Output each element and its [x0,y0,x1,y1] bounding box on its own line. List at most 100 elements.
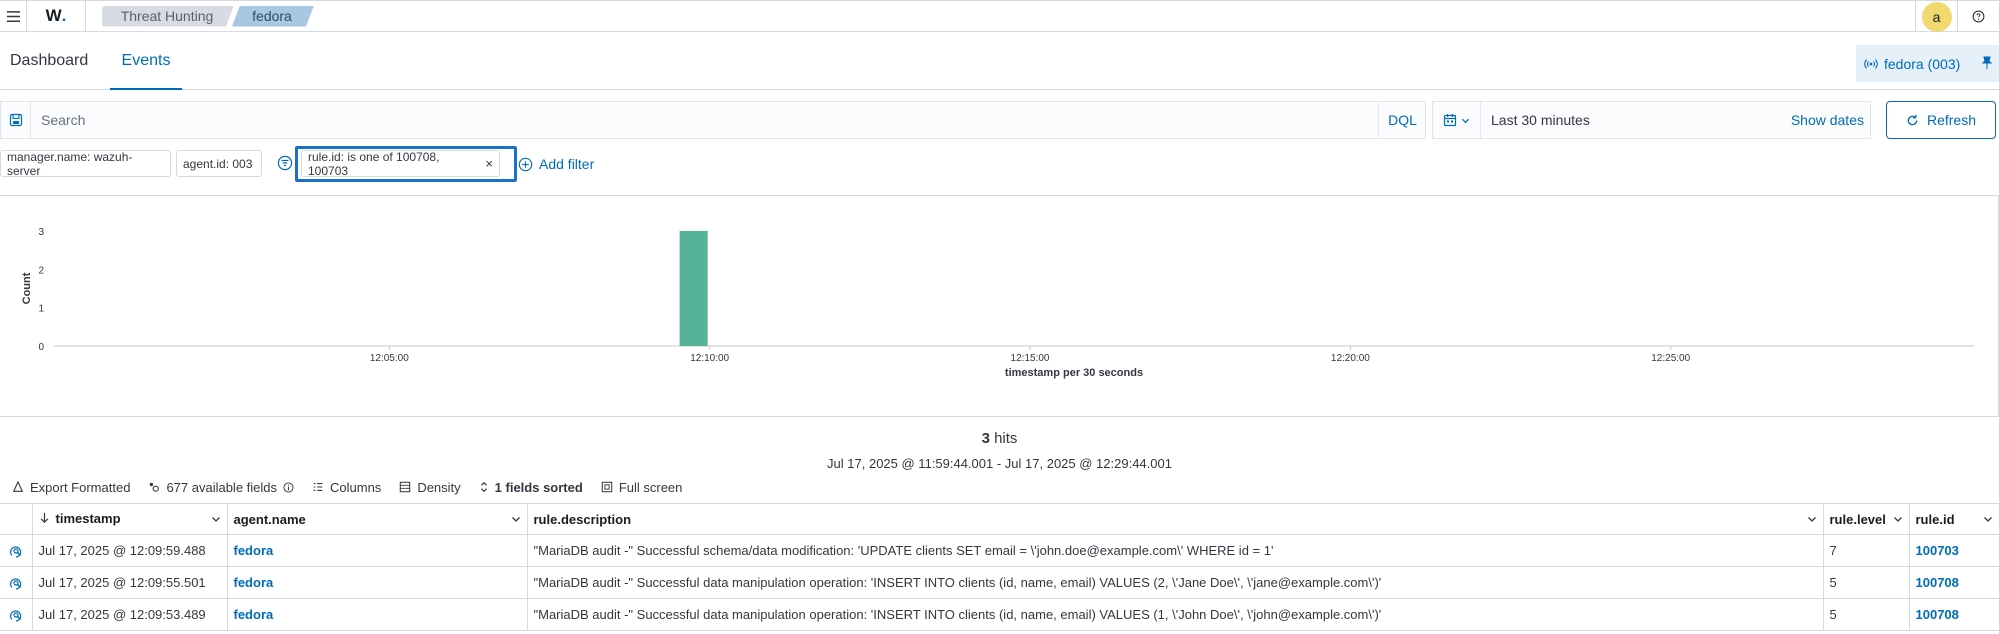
cell-agent-name: fedora [227,598,528,631]
add-filter-label: Add filter [539,156,595,172]
full-screen-button[interactable]: Full screen [601,480,682,495]
hamburger-icon [6,10,20,22]
query-bar: Search DQL Last 30 minutes Show dates Re… [0,101,1999,139]
histogram-bar[interactable] [679,231,708,346]
inspect-cell[interactable] [0,598,33,631]
top-header: W. Threat Hunting fedora a [0,0,1999,32]
date-picker[interactable]: Last 30 minutes Show dates [1432,101,1871,139]
header-control-column [0,503,33,535]
rule-id-link[interactable]: 100703 [1916,543,1959,558]
info-icon[interactable] [283,481,294,493]
refresh-icon [1907,114,1918,125]
events-table: timestamp agent.name rule.description ru… [0,503,1999,631]
remove-filter-icon[interactable]: × [485,156,493,171]
sorted-label: 1 fields sorted [494,479,583,495]
export-label: Export Formatted [30,479,131,495]
cell-agent-name: fedora [227,534,528,567]
filter-pill-manager-name[interactable]: manager.name: wazuh-server [0,149,171,178]
chevron-down-icon[interactable] [1807,514,1817,524]
page: W. Threat Hunting fedora a Dashboard Eve… [0,0,1999,634]
filter-bar: manager.name: wazuh-server agent.id: 003… [0,146,1999,182]
export-icon [12,481,24,492]
add-filter-button[interactable]: Add filter [518,152,594,176]
filter-icon [277,155,293,171]
y-tick-label: 1 [38,304,44,315]
column-label: rule.level [1829,511,1886,527]
chevron-down-icon[interactable] [211,514,221,524]
agent-link[interactable]: fedora [234,607,274,622]
export-formatted-button[interactable]: Export Formatted [12,480,130,495]
home-logo[interactable]: W. [27,1,85,32]
inspect-document-icon[interactable] [9,608,23,622]
show-dates-link[interactable]: Show dates [1791,102,1864,138]
available-fields-button[interactable]: 677 available fields [148,480,294,495]
column-label: agent.name [233,511,306,527]
pinned-agent-button[interactable]: fedora (003) [1856,45,1999,82]
search-field[interactable]: Search [0,101,1426,139]
x-tick-label: 12:05:00 [370,353,409,364]
quick-date-menu-button[interactable] [1433,102,1481,138]
filter-pill-label: manager.name: wazuh-server [7,149,133,178]
filter-options-button[interactable] [277,155,293,176]
column-header-rule-id[interactable]: rule.id [1909,503,1999,535]
filter-pill-agent-id[interactable]: agent.id: 003 [176,150,262,177]
agent-link[interactable]: fedora [234,543,274,558]
cell-timestamp: Jul 17, 2025 @ 12:09:59.488 [32,534,228,567]
refresh-button[interactable]: Refresh [1886,101,1996,139]
hits-count: 3 hits [0,430,1999,447]
chevron-down-icon[interactable] [1983,514,1993,524]
inspect-cell[interactable] [0,566,33,599]
hits-number: 3 [981,430,990,447]
filter-pill-label: rule.id: is one of 100708, 100703 [308,149,440,178]
breadcrumb-fedora[interactable]: fedora [232,6,314,27]
cell-rule-description: "MariaDB audit -" Successful schema/data… [527,534,1824,567]
tab-events[interactable]: Events [110,32,182,90]
time-range-label[interactable]: Last 30 minutes [1491,112,1590,128]
column-header-rule-description[interactable]: rule.description [527,503,1824,535]
sort-descending-icon[interactable] [39,512,50,524]
chevron-down-icon[interactable] [511,514,521,524]
tab-dashboard[interactable]: Dashboard [10,32,88,90]
search-input[interactable]: Search [41,112,85,128]
table-header-row: timestamp agent.name rule.description ru… [0,503,1999,535]
logo-dot: . [61,6,67,25]
column-header-timestamp[interactable]: timestamp [32,503,228,535]
table-row: Jul 17, 2025 @ 12:09:53.489 fedora "Mari… [0,598,1999,631]
sort-fields-button[interactable]: 1 fields sorted [479,480,583,495]
query-language-button[interactable]: DQL [1378,101,1426,139]
chevron-down-icon[interactable] [1893,514,1903,524]
histogram-chart[interactable]: 0 1 2 3 12:05:00 12:10:00 12:15:00 12:20:00 12:2… [0,196,1999,418]
agent-link[interactable]: fedora [234,575,274,590]
pin-icon[interactable] [1981,56,1993,70]
signal-icon [1864,58,1878,69]
sort-icon [480,481,487,493]
breadcrumb-threat-hunting[interactable]: Threat Hunting [102,6,234,27]
avatar[interactable]: a [1921,1,1952,32]
density-button[interactable]: Density [399,479,461,495]
columns-label: Columns [330,479,382,495]
inspect-document-icon[interactable] [9,544,23,558]
pinned-agent-label: fedora (003) [1884,55,1961,72]
density-label: Density [417,479,461,495]
column-header-rule-level[interactable]: rule.level [1823,503,1910,535]
table-row: Jul 17, 2025 @ 12:09:59.488 fedora "Mari… [0,534,1999,567]
cell-agent-name: fedora [227,566,528,599]
inspect-document-icon[interactable] [9,576,23,590]
plus-circle-icon [518,157,533,171]
cell-rule-level: 5 [1823,566,1910,599]
result-date-range: Jul 17, 2025 @ 11:59:44.001 - Jul 17, 20… [827,456,1172,471]
x-axis-title: timestamp per 30 seconds [1005,367,1143,379]
rule-id-link[interactable]: 100708 [1916,607,1959,622]
help-button[interactable] [1957,1,1999,32]
filter-pill-rule-id[interactable]: rule.id: is one of 100708, 100703 × [301,149,500,178]
inspect-cell[interactable] [0,534,33,567]
saved-query-button[interactable] [1,102,31,138]
column-header-agent-name[interactable]: agent.name [227,503,528,535]
cell-rule-id: 100703 [1909,534,1999,567]
cell-timestamp: Jul 17, 2025 @ 12:09:55.501 [32,566,228,599]
rule-id-link[interactable]: 100708 [1916,575,1959,590]
columns-button[interactable]: Columns [312,480,381,495]
y-axis-title: Count [21,272,33,304]
y-tick-label: 2 [38,265,44,276]
menu-toggle-button[interactable] [0,1,26,32]
